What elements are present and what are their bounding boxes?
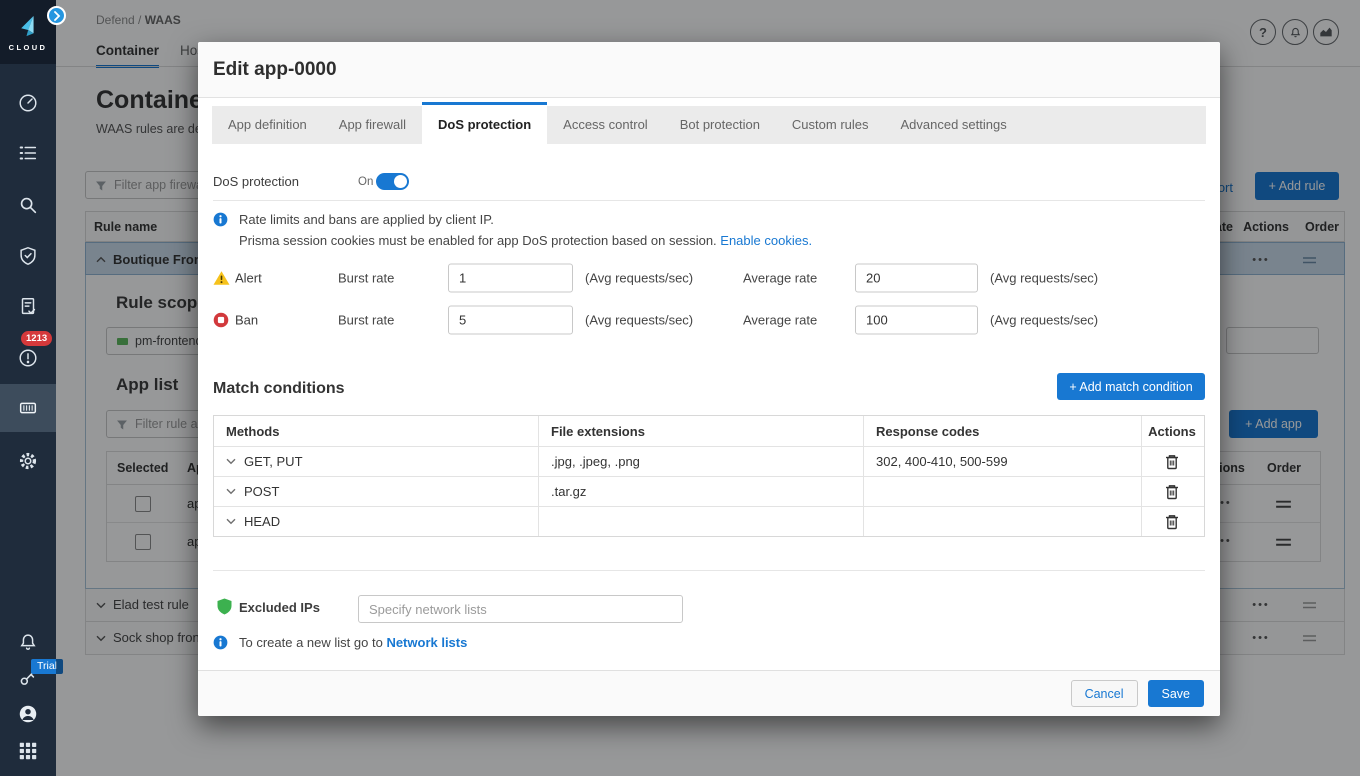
- investigate-search-icon[interactable]: [17, 194, 39, 216]
- modal-footer: Cancel Save: [198, 670, 1220, 716]
- dos-protection-label: DoS protection: [213, 174, 299, 189]
- user-profile-icon[interactable]: [17, 703, 39, 725]
- modal-tabbar: App definition App firewall DoS protecti…: [212, 106, 1206, 144]
- trash-icon: [1165, 484, 1179, 500]
- alerts-count-badge: 1213: [21, 331, 52, 346]
- info-icon: [213, 635, 228, 650]
- excluded-shield-icon: [217, 598, 232, 615]
- alert-rate-row: Alert Burst rate (Avg requests/sec) Aver…: [213, 263, 1205, 292]
- chevron-down-icon[interactable]: [226, 488, 236, 495]
- modal-title: Edit app-0000: [213, 59, 337, 81]
- alert-label: Alert: [235, 270, 262, 285]
- match-conditions-title: Match conditions: [213, 380, 345, 398]
- excluded-ips-input[interactable]: [358, 595, 683, 623]
- notifications-bell-icon[interactable]: [17, 631, 39, 653]
- match-row: POST .tar.gz: [214, 476, 1204, 506]
- ban-rate-row: Ban Burst rate (Avg requests/sec) Averag…: [213, 305, 1205, 334]
- sidebar: CLOUD 1213 Trial: [0, 0, 56, 776]
- match-row: GET, PUT .jpg, .jpeg, .png 302, 400-410,…: [214, 446, 1204, 476]
- match-row: HEAD: [214, 506, 1204, 536]
- match-table-header: Methods File extensions Response codes A…: [214, 416, 1204, 446]
- edit-app-modal: Edit app-0000 App definition App firewal…: [198, 42, 1220, 716]
- average-caption: (Avg requests/sec): [990, 312, 1098, 327]
- match-methods: GET, PUT: [244, 454, 303, 469]
- match-methods: HEAD: [244, 514, 280, 529]
- logo-text: CLOUD: [9, 43, 48, 52]
- tab-dos-protection[interactable]: DoS protection: [422, 102, 547, 148]
- chevron-right-icon: [53, 11, 61, 21]
- burst-caption: (Avg requests/sec): [585, 270, 693, 285]
- alert-average-input[interactable]: [855, 263, 978, 292]
- divider: [213, 200, 1205, 201]
- excluded-ips-label: Excluded IPs: [239, 600, 320, 615]
- match-extensions: .tar.gz: [551, 484, 586, 499]
- enable-cookies-link[interactable]: Enable cookies.: [720, 233, 812, 248]
- average-rate-label: Average rate: [743, 312, 817, 327]
- col-methods: Methods: [214, 416, 539, 446]
- dashboard-gauge-icon[interactable]: [17, 92, 39, 114]
- chevron-down-icon[interactable]: [226, 458, 236, 465]
- alerts-icon[interactable]: [17, 347, 39, 369]
- compliance-shield-icon[interactable]: [17, 245, 39, 267]
- average-rate-label: Average rate: [743, 270, 817, 285]
- info-icon: [213, 212, 228, 227]
- average-caption: (Avg requests/sec): [990, 270, 1098, 285]
- dos-protection-toggle[interactable]: [376, 173, 409, 190]
- toggle-state-label: On: [358, 176, 373, 188]
- rate-limit-info: Rate limits and bans are applied by clie…: [239, 212, 494, 227]
- alert-burst-input[interactable]: [448, 263, 573, 292]
- tab-app-definition[interactable]: App definition: [212, 106, 323, 144]
- col-match-actions: Actions: [1142, 416, 1202, 446]
- settings-gear-icon[interactable]: [17, 450, 39, 472]
- toggle-knob: [394, 175, 407, 188]
- ban-average-input[interactable]: [855, 305, 978, 334]
- containers-icon[interactable]: [17, 397, 39, 419]
- network-lists-link[interactable]: Network lists: [386, 635, 467, 650]
- tab-bot-protection[interactable]: Bot protection: [664, 106, 776, 144]
- delete-match-button[interactable]: [1165, 514, 1179, 530]
- burst-rate-label: Burst rate: [338, 270, 394, 285]
- chevron-down-icon[interactable]: [226, 518, 236, 525]
- delete-match-button[interactable]: [1165, 454, 1179, 470]
- apps-grid-icon[interactable]: [17, 740, 39, 762]
- burst-caption: (Avg requests/sec): [585, 312, 693, 327]
- modal-header: Edit app-0000: [198, 42, 1220, 98]
- ban-burst-input[interactable]: [448, 305, 573, 334]
- match-conditions-table: Methods File extensions Response codes A…: [213, 415, 1205, 537]
- col-response-codes: Response codes: [864, 416, 1142, 446]
- cancel-button[interactable]: Cancel: [1071, 680, 1138, 707]
- tab-advanced-settings[interactable]: Advanced settings: [885, 106, 1023, 144]
- match-codes: 302, 400-410, 500-599: [876, 454, 1008, 469]
- divider: [213, 570, 1205, 571]
- delete-match-button[interactable]: [1165, 484, 1179, 500]
- session-cookie-info: Prisma session cookies must be enabled f…: [239, 233, 812, 248]
- col-file-extensions: File extensions: [539, 416, 864, 446]
- match-extensions: .jpg, .jpeg, .png: [551, 454, 640, 469]
- prisma-logo-icon: [15, 13, 42, 40]
- trash-icon: [1165, 514, 1179, 530]
- sidebar-expand-button[interactable]: [47, 6, 66, 25]
- ban-icon: [213, 312, 229, 328]
- network-lists-info: To create a new list go to Network lists: [239, 635, 467, 650]
- warning-icon: [213, 270, 230, 285]
- network-lists-info-text: To create a new list go to: [239, 635, 383, 650]
- tab-app-firewall[interactable]: App firewall: [323, 106, 422, 144]
- burst-rate-label: Burst rate: [338, 312, 394, 327]
- tab-access-control[interactable]: Access control: [547, 106, 664, 144]
- radar-list-icon[interactable]: [17, 142, 39, 164]
- ban-label: Ban: [235, 312, 258, 327]
- trash-icon: [1165, 454, 1179, 470]
- save-button[interactable]: Save: [1148, 680, 1205, 707]
- tab-custom-rules[interactable]: Custom rules: [776, 106, 885, 144]
- defend-policy-icon[interactable]: [17, 296, 39, 318]
- add-match-condition-button[interactable]: + Add match condition: [1057, 373, 1205, 400]
- session-cookie-info-text: Prisma session cookies must be enabled f…: [239, 233, 717, 248]
- match-methods: POST: [244, 484, 279, 499]
